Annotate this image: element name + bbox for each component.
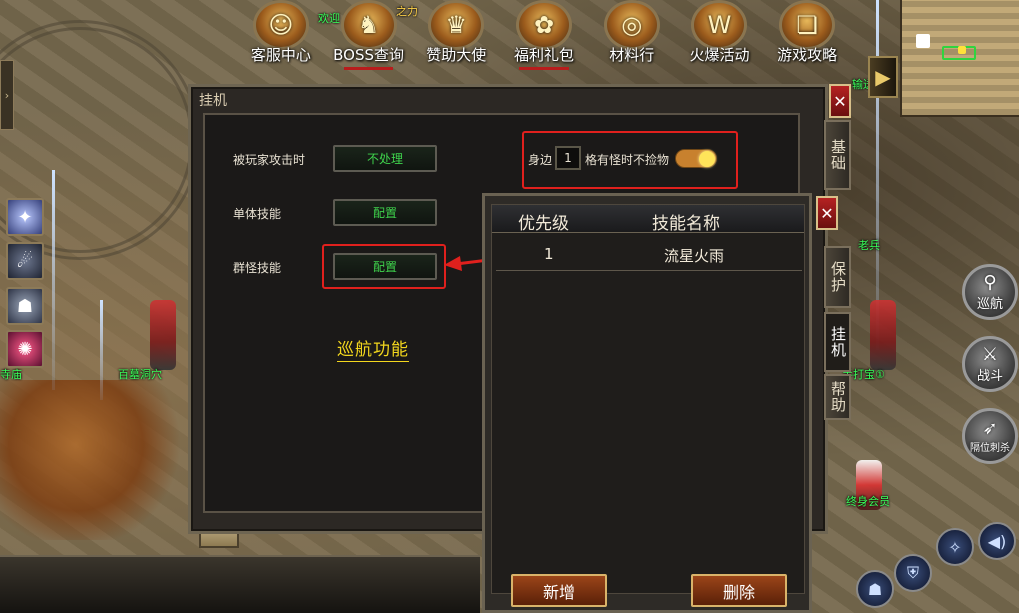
boss-query-underline: [343, 67, 394, 70]
spear-icon: ➶: [982, 417, 998, 439]
tab-auto-hang[interactable]: 挂机: [824, 312, 851, 372]
pickup-range-input[interactable]: 1: [555, 146, 581, 170]
toggle-knob: [699, 151, 715, 167]
customer-service-button[interactable]: ☺ 客服中心: [238, 0, 324, 70]
expand-menu-arrow-icon[interactable]: ▶: [868, 56, 898, 98]
assassinate-skill-label: 隔位刺杀: [970, 442, 1010, 454]
skill-slot-2-icon[interactable]: ☄: [6, 242, 44, 280]
material-shop-label: 材料行: [609, 46, 655, 64]
boss-query-label: BOSS查询: [333, 46, 405, 64]
pickup-suffix-label: 格有怪时不捡物: [585, 153, 670, 167]
quick-skill-1-icon[interactable]: ✧: [936, 528, 974, 566]
assassinate-skill-button[interactable]: ➶ 隔位刺杀: [962, 408, 1018, 464]
npc-label-member: 终身会员: [846, 495, 890, 508]
attacked-by-player-select[interactable]: 不处理: [333, 145, 437, 172]
coin-icon: ◎: [603, 0, 660, 50]
crossed-swords-icon: ⚔: [981, 343, 999, 365]
gift-pack-button[interactable]: ✿ 福利礼包: [501, 0, 587, 70]
quick-skill-2-icon[interactable]: ⛨: [894, 554, 932, 592]
sponsor-button[interactable]: ♛ 赞助大使: [413, 0, 499, 70]
skill-slot-4-icon[interactable]: ✺: [6, 330, 44, 368]
table-row[interactable]: 1 流星火雨: [496, 239, 802, 271]
customer-service-label: 客服中心: [250, 46, 311, 64]
npc-guard-right[interactable]: [870, 300, 896, 370]
group-skill-highlight: [322, 244, 446, 289]
quick-skill-3-icon[interactable]: ☗: [856, 570, 894, 608]
skill-list-header: 优先级 技能名称: [492, 205, 804, 234]
minimap-player-marker: [916, 34, 930, 48]
w-badge-icon: W: [691, 0, 748, 50]
left-panel-handle[interactable]: ›: [0, 60, 14, 130]
panel-title: 挂机: [199, 93, 227, 109]
tab-basic[interactable]: 基础: [824, 120, 851, 190]
single-skill-label: 单体技能: [233, 207, 282, 221]
hot-events-button[interactable]: W 火爆活动: [677, 0, 763, 70]
sponsor-emblem-icon: ♛: [428, 0, 485, 50]
autumn-tree: [0, 380, 190, 540]
tab-protect[interactable]: 保护: [824, 246, 851, 308]
gift-bag-icon: ✿: [516, 0, 573, 50]
hot-events-label: 火爆活动: [689, 46, 750, 64]
minimap[interactable]: [900, 0, 1019, 117]
skill-list: 优先级 技能名称 1 流星火雨: [491, 204, 805, 594]
row-skill-name: 流星火雨: [664, 247, 725, 265]
material-shop-button[interactable]: ◎ 材料行: [589, 0, 675, 70]
location-pin-icon: ⚲: [983, 271, 997, 293]
skill-dialog-close-button[interactable]: ✕: [816, 196, 838, 230]
group-skill-label: 群怪技能: [233, 261, 282, 275]
add-skill-button[interactable]: 新增: [511, 574, 607, 607]
minimap-quest-marker: [958, 46, 966, 54]
skill-slot-3-icon[interactable]: ☗: [6, 287, 44, 325]
npc-label-tomb: 百墓洞穴: [118, 368, 162, 381]
column-priority: 优先级: [518, 214, 569, 234]
gift-pack-underline: [519, 67, 569, 70]
panel-close-button[interactable]: ✕: [829, 84, 851, 118]
skill-priority-dialog: 优先级 技能名称 1 流星火雨 新增 删除: [482, 193, 812, 613]
light-beam: [100, 300, 103, 400]
guide-book-icon: ❏: [779, 0, 836, 50]
boss-dragon-icon: ♞: [340, 0, 397, 50]
row-priority: 1: [544, 245, 554, 263]
gift-pack-label: 福利礼包: [514, 46, 575, 64]
cruise-function-link[interactable]: 巡航功能: [337, 335, 409, 362]
npc-label-temple: 寺庙: [0, 368, 22, 381]
tab-help[interactable]: 帮助: [824, 374, 851, 420]
boss-query-button[interactable]: ♞ BOSS查询: [326, 0, 412, 70]
sound-icon[interactable]: ◀): [978, 522, 1016, 560]
customer-service-icon: ☺: [252, 0, 309, 50]
game-guide-label: 游戏攻略: [777, 46, 838, 64]
bottom-hud-frame: [0, 555, 480, 613]
pickup-toggle[interactable]: [675, 149, 717, 168]
npc-guard-left[interactable]: [150, 300, 176, 370]
light-beam: [876, 0, 879, 350]
column-skill-name: 技能名称: [652, 214, 720, 234]
npc-label-veteran: 老兵: [858, 239, 880, 252]
delete-skill-button[interactable]: 删除: [691, 574, 787, 607]
patrol-label: 巡航: [976, 296, 1003, 312]
skill-slot-1-icon[interactable]: ✦: [6, 198, 44, 236]
attacked-by-player-label: 被玩家攻击时: [233, 153, 306, 167]
top-menu: ☺ 客服中心 ♞ BOSS查询 ♛ 赞助大使 ✿ 福利礼包 ◎ 材料行 W 火爆…: [238, 0, 850, 70]
light-beam: [52, 170, 55, 390]
pickup-prefix-label: 身边: [528, 153, 553, 167]
sponsor-label: 赞助大使: [426, 46, 487, 64]
single-skill-config-button[interactable]: 配置: [333, 199, 437, 226]
game-guide-button[interactable]: ❏ 游戏攻略: [764, 0, 850, 70]
fight-label: 战斗: [976, 368, 1003, 384]
fight-button[interactable]: ⚔ 战斗: [962, 336, 1018, 392]
patrol-button[interactable]: ⚲ 巡航: [962, 264, 1018, 320]
